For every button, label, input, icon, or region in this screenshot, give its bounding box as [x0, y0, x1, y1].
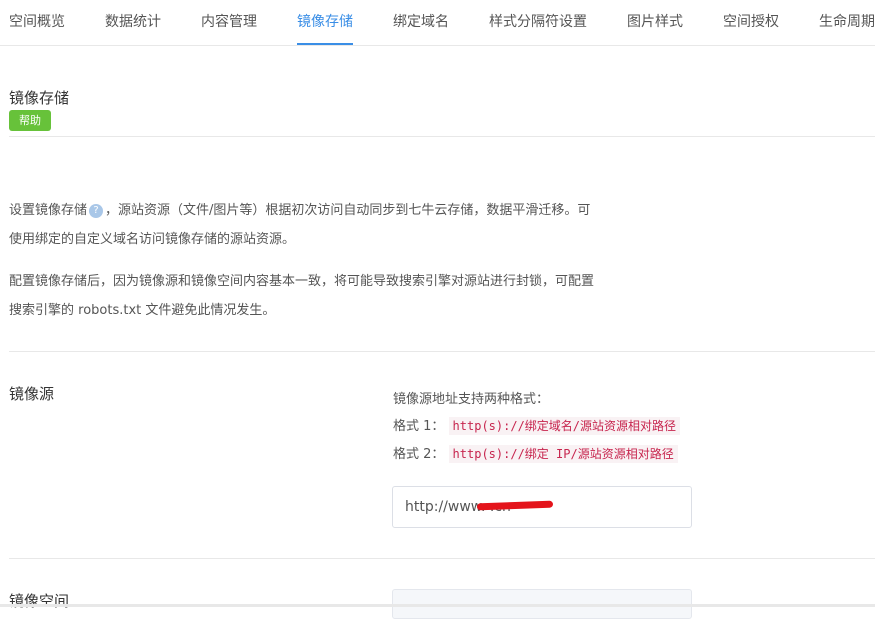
description-line-4: 搜索引擎的 robots.txt 文件避免此情况发生。: [9, 303, 276, 318]
description-line-2: 使用绑定的自定义域名访问镜像存储的源站资源。: [9, 232, 296, 247]
format-2-code: http(s)://绑定 IP/源站资源相对路径: [448, 445, 678, 463]
format-2-label: 格式 2：: [393, 447, 445, 462]
description-divider: [9, 351, 875, 352]
header-divider: [9, 136, 875, 137]
description-line-1: 设置镜像存储? ，源站资源（文件/图片等）根据初次访问自动同步到七牛云存储，数据平…: [9, 199, 590, 218]
format-2-hint: 格式 2： http(s)://绑定 IP/源站资源相对路径: [393, 443, 678, 463]
tab-bind-domain[interactable]: 绑定域名: [393, 11, 449, 31]
tab-statistics[interactable]: 数据统计: [105, 11, 161, 31]
format-1-hint: 格式 1： http(s)://绑定域名/源站资源相对路径: [393, 415, 681, 435]
tab-image-styles[interactable]: 图片样式: [627, 11, 683, 31]
description-text-a: 设置镜像存储: [9, 203, 88, 218]
mirror-source-hint-title: 镜像源地址支持两种格式：: [393, 392, 550, 407]
mirror-space-label: 镜像空间: [9, 592, 70, 610]
mirror-source-divider: [9, 558, 875, 559]
tab-mirror-storage[interactable]: 镜像存储: [297, 11, 353, 31]
help-button[interactable]: 帮助: [9, 110, 51, 131]
active-tab-indicator: [297, 43, 353, 45]
format-1-label: 格式 1：: [393, 419, 445, 434]
page-title: 镜像存储: [9, 89, 70, 107]
description-line-3: 配置镜像存储后，因为镜像源和镜像空间内容基本一致，将可能导致搜索引擎对源站进行封…: [9, 274, 595, 289]
mirror-source-label: 镜像源: [9, 385, 55, 403]
format-1-code: http(s)://绑定域名/源站资源相对路径: [448, 417, 681, 435]
mirror-source-input[interactable]: http://www. .cn: [392, 486, 692, 528]
tab-space-authorization[interactable]: 空间授权: [723, 11, 779, 31]
tab-style-separator[interactable]: 样式分隔符设置: [489, 11, 587, 31]
tab-bar: 空间概览 数据统计 内容管理 镜像存储 绑定域名 样式分隔符设置 图片样式 空间…: [0, 0, 875, 46]
description-text-b: ，源站资源（文件/图片等）根据初次访问自动同步到七牛云存储，数据平滑迁移。可: [105, 203, 591, 218]
tab-lifecycle[interactable]: 生命周期: [819, 11, 875, 31]
question-icon[interactable]: ?: [89, 204, 104, 218]
tab-content-management[interactable]: 内容管理: [201, 11, 257, 31]
redaction-mark: [476, 500, 554, 511]
tab-space-overview[interactable]: 空间概览: [9, 11, 65, 31]
